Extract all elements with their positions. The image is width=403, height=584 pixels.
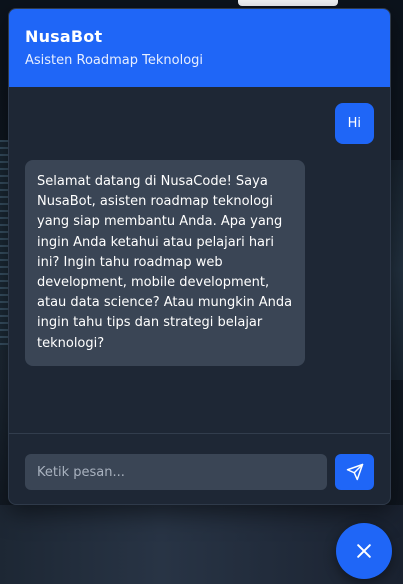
chat-header: NusaBot Asisten Roadmap Teknologi (9, 9, 390, 87)
chat-window: NusaBot Asisten Roadmap Teknologi Hi Sel… (8, 8, 391, 505)
user-message-bubble: Hi (334, 103, 374, 144)
message-input[interactable] (25, 454, 327, 490)
send-button[interactable] (335, 454, 374, 490)
close-chat-button[interactable] (336, 523, 392, 579)
background-decoration (389, 160, 403, 380)
bot-message-row: Selamat datang di NusaCode! Saya NusaBot… (25, 160, 374, 366)
send-icon (346, 463, 364, 481)
message-list[interactable]: Hi Selamat datang di NusaCode! Saya Nusa… (9, 87, 390, 433)
user-message-row: Hi (25, 103, 374, 144)
bot-message-bubble: Selamat datang di NusaCode! Saya NusaBot… (25, 160, 305, 366)
chat-title: NusaBot (25, 27, 103, 46)
message-composer (9, 433, 390, 504)
background-element (238, 0, 338, 6)
chat-subtitle: Asisten Roadmap Teknologi (25, 53, 204, 68)
close-icon (354, 541, 374, 561)
